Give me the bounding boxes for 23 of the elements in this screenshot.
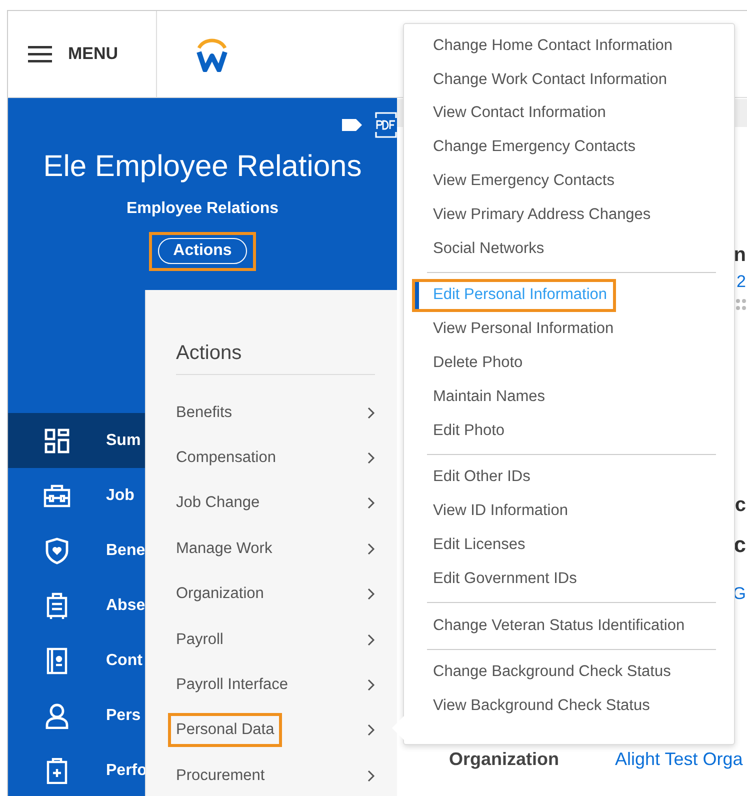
nav-label: Pers [106,706,141,724]
menu-item-label: Compensation [175,448,277,468]
nav-label: Abse [106,596,146,614]
menu-title: Actions [176,342,375,375]
menu-item-label: Manage Work [175,538,274,559]
menu-item-label: Payroll Interface [175,675,289,696]
nav-label: Job [106,486,134,504]
menu-item-label: Personal Data [168,713,282,748]
nav-label: Sum [106,432,141,450]
menu-item-label: Job Change [175,493,261,514]
heading-text: n [734,244,746,267]
employee-name: Ele Employee Relations [43,150,362,184]
nav-label: Bene [106,542,146,560]
heading-text: c [734,532,746,558]
menu-item-label: Benefits [175,402,234,423]
field-label: Organization [449,749,560,770]
heading-text: c [734,494,746,517]
employee-subtitle: Employee Relations [126,200,279,218]
nav-label: Perfo [106,762,147,780]
menu-item-label: Organization [175,584,265,604]
menu-item-label: Payroll [175,630,224,650]
menu-item-label: Procurement [175,766,266,786]
nav-label: Cont [106,652,142,670]
